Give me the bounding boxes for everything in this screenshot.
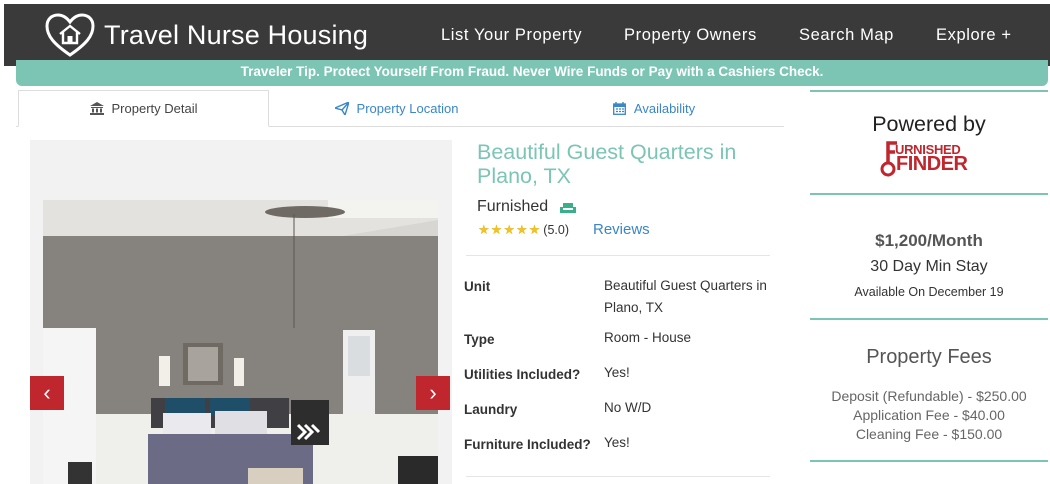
fee-deposit: Deposit (Refundable) - $250.00	[831, 388, 1027, 404]
detail-value-utilities: Yes!	[604, 365, 630, 380]
detail-label-unit: Unit	[464, 279, 491, 294]
bank-icon	[89, 102, 104, 115]
detail-value-unit: Beautiful Guest Quarters in Plano, TX	[604, 278, 767, 315]
star-icon: ★	[490, 222, 503, 237]
furnished-label: Furnished	[477, 198, 549, 215]
star-icon: ★	[515, 222, 528, 237]
traveler-tip-banner: Traveler Tip. Protect Yourself From Frau…	[16, 60, 1048, 86]
star-icon: ★	[478, 222, 490, 237]
sidebar-divider	[810, 90, 1048, 92]
star-icon: ★	[503, 222, 515, 237]
divider	[466, 255, 770, 256]
tab-property-location-label: Property Location	[356, 101, 459, 116]
nav-explore[interactable]: Explore +	[936, 26, 1012, 45]
sidebar-divider	[810, 193, 1048, 195]
tab-property-detail[interactable]: Property Detail	[18, 90, 269, 127]
detail-value-laundry: No W/D	[604, 400, 652, 415]
sidebar-divider	[810, 460, 1048, 462]
property-photo[interactable]	[43, 200, 438, 484]
tab-availability-label: Availability	[633, 101, 696, 116]
detail-label-type: Type	[464, 332, 495, 347]
detail-label-laundry: Laundry	[464, 402, 518, 417]
detail-value-furniture: Yes!	[604, 435, 630, 450]
nav-search-map[interactable]: Search Map	[799, 26, 894, 45]
fee-application: Application Fee - $40.00	[853, 407, 1005, 423]
photo-gallery: ‹ ›	[30, 140, 452, 484]
rating-value: (5.0)	[543, 223, 569, 237]
chevron-left-icon: ‹	[43, 380, 51, 405]
tab-availability[interactable]: Availability	[524, 90, 784, 127]
site-logo[interactable]: Travel Nurse Housing	[44, 12, 368, 58]
gallery-prev-button[interactable]: ‹	[30, 376, 64, 410]
house-heart-icon	[45, 13, 95, 57]
nav-property-owners[interactable]: Property Owners	[624, 26, 757, 45]
divider	[466, 476, 770, 477]
tab-property-location[interactable]: Property Location	[269, 90, 524, 127]
property-title: Beautiful Guest Quarters in Plano, TX	[477, 140, 737, 188]
sofa-icon	[560, 203, 576, 213]
reviews-link[interactable]: Reviews	[593, 221, 650, 238]
nav-list-your-property[interactable]: List Your Property	[441, 26, 582, 45]
partner-logo-line2: FINDER	[896, 153, 968, 175]
paper-plane-icon	[334, 102, 349, 115]
star-icon: ★	[528, 222, 541, 237]
detail-value-type: Room - House	[604, 330, 692, 345]
tab-property-detail-label: Property Detail	[111, 101, 198, 116]
sidebar-divider	[810, 318, 1048, 320]
property-fees-title: Property Fees	[866, 346, 992, 368]
detail-label-utilities: Utilities Included?	[464, 367, 581, 382]
chevron-right-icon: ›	[429, 380, 437, 405]
calendar-icon	[612, 102, 626, 115]
property-tabs: Property Detail Property Location Availa…	[16, 90, 784, 127]
available-date: Available On December 19	[854, 285, 1004, 299]
gallery-next-button[interactable]: ›	[416, 376, 450, 410]
fee-cleaning: Cleaning Fee - $150.00	[855, 426, 1003, 442]
min-stay: 30 Day Min Stay	[870, 258, 988, 275]
site-logo-text: Travel Nurse Housing	[104, 19, 369, 50]
furnished-finder-logo[interactable]: URNISHED FINDER	[880, 140, 980, 183]
rating-stars: ★ ★ ★ ★ ★ (5.0)	[478, 222, 569, 238]
powered-by-label: Powered by	[872, 112, 986, 136]
top-navbar: Travel Nurse Housing List Your Property …	[4, 4, 1050, 66]
price-per-month: $1,200/Month	[875, 231, 983, 250]
detail-label-furniture: Furniture Included?	[464, 437, 591, 452]
